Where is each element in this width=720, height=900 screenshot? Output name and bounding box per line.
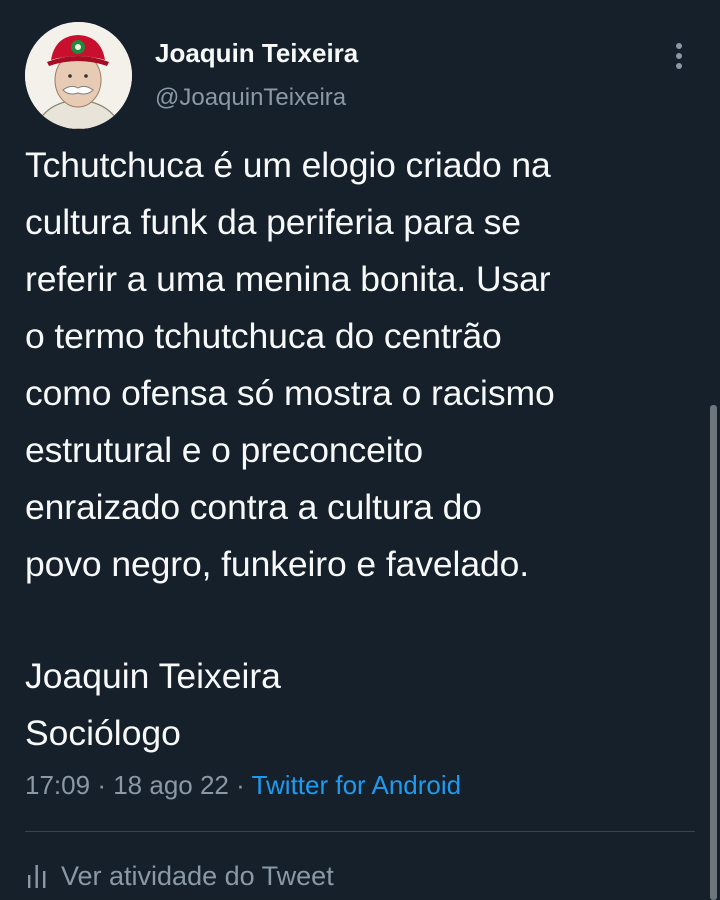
meta-separator: · <box>97 770 106 800</box>
tweet-text-line: estrutural e o preconceito <box>25 430 423 470</box>
tweet-text-line: enraizado contra a cultura do <box>25 487 482 527</box>
tweet-text-line: o termo tchutchuca do centrão <box>25 316 502 356</box>
tweet-date[interactable]: 18 ago 22 <box>113 770 229 800</box>
divider <box>25 831 695 832</box>
bar-chart-icon <box>28 865 46 888</box>
tweet-metadata: 17:09 · 18 ago 22 · Twitter for Android <box>25 770 461 801</box>
tweet-text-line: referir a uma menina bonita. Usar <box>25 259 551 299</box>
view-tweet-activity-button[interactable]: Ver atividade do Tweet <box>25 858 334 894</box>
tweet-text-line: como ofensa só mostra o racismo <box>25 373 555 413</box>
signature-name: Joaquin Teixeira <box>25 656 281 696</box>
author-handle[interactable]: @JoaquinTeixeira <box>155 84 346 112</box>
tweet-text-line: Tchutchuca é um elogio criado na <box>25 145 551 185</box>
activity-label: Ver atividade do Tweet <box>61 860 334 891</box>
tweet-text: Tchutchuca é um elogio criado na cultura… <box>25 137 705 593</box>
tweet-signature: Joaquin Teixeira Sociólogo <box>25 648 281 762</box>
meta-separator: · <box>236 770 245 800</box>
tweet-detail: Joaquin Teixeira @JoaquinTeixeira Tchutc… <box>0 0 720 900</box>
signature-title: Sociólogo <box>25 713 181 753</box>
scrollbar[interactable] <box>710 405 717 900</box>
tweet-time[interactable]: 17:09 <box>25 770 90 800</box>
tweet-text-line: povo negro, funkeiro e favelado. <box>25 544 530 584</box>
tweet-text-line: cultura funk da periferia para se <box>25 202 521 242</box>
avatar[interactable] <box>25 22 132 129</box>
more-vertical-icon[interactable] <box>664 36 694 76</box>
avatar-illustration <box>25 22 132 129</box>
tweet-source-link[interactable]: Twitter for Android <box>252 770 462 800</box>
author-display-name[interactable]: Joaquin Teixeira <box>155 38 358 69</box>
